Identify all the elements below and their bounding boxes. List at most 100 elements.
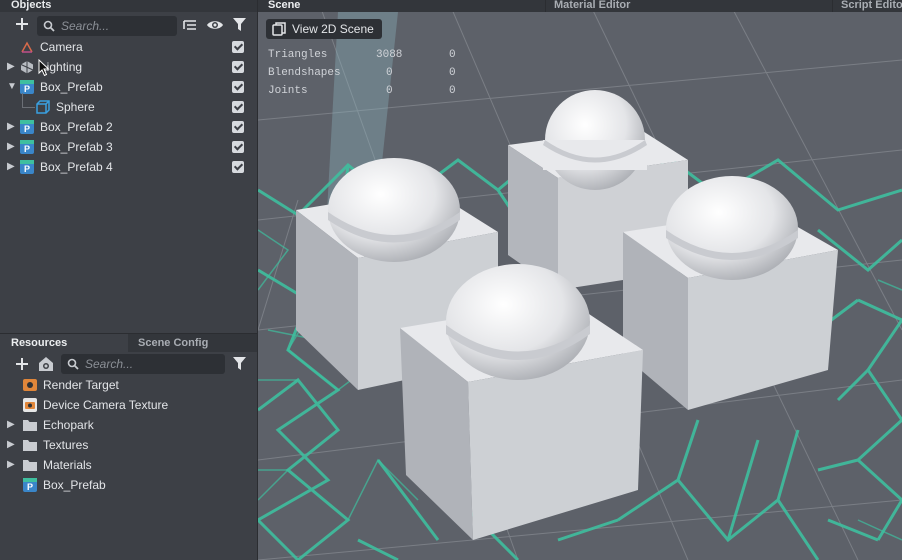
svg-text:P: P: [27, 482, 33, 492]
view-2d-scene-button[interactable]: View 2D Scene: [266, 19, 382, 39]
object-row-box-prefab[interactable]: ▼ P Box_Prefab: [0, 77, 256, 97]
tab-scene-config[interactable]: Scene Config: [129, 334, 247, 352]
objects-search-input[interactable]: Search...: [37, 16, 177, 36]
camera-texture-icon: [23, 398, 37, 412]
objects-panel-title: Objects: [11, 0, 52, 11]
resources-toolbar: Search...: [0, 351, 257, 377]
visibility-checkbox[interactable]: [232, 101, 244, 113]
resource-row-device-camera-texture[interactable]: Device Camera Texture: [0, 395, 256, 415]
view-2d-icon: [272, 22, 286, 36]
object-label: Box_Prefab 3: [40, 140, 113, 154]
svg-text:P: P: [24, 124, 30, 134]
render-stats: Triangles 3088 0 Blendshapes 0 0 Joints …: [268, 46, 468, 100]
object-row-sphere[interactable]: Sphere: [0, 93, 256, 117]
tab-resources[interactable]: Resources: [0, 334, 128, 352]
expand-arrow-icon[interactable]: ▶: [7, 117, 17, 137]
search-icon: [43, 20, 55, 32]
resource-label: Render Target: [43, 378, 119, 392]
resource-row-textures[interactable]: ▶ Textures: [0, 435, 256, 455]
render-target-icon: [23, 378, 37, 392]
filter-icon[interactable]: [233, 18, 246, 32]
asset-library-icon[interactable]: [37, 355, 55, 373]
mouse-cursor-icon: [38, 58, 50, 77]
resources-tab-bar: Resources Scene Config: [0, 333, 257, 352]
stat-label: Triangles: [268, 49, 328, 61]
prefab-icon: P: [20, 140, 34, 154]
mesh-icon: [36, 100, 50, 114]
visibility-checkbox[interactable]: [232, 81, 244, 93]
objects-toolbar: Search...: [0, 13, 257, 39]
scene-viewport[interactable]: Scene Material Editor Script Editor View…: [258, 0, 902, 560]
object-label: Camera: [40, 40, 83, 54]
stat-row-blendshapes: Blendshapes 0 0: [268, 64, 468, 82]
tab-scene[interactable]: Scene: [268, 0, 300, 11]
folder-icon: [23, 458, 37, 472]
visibility-eye-icon[interactable]: [206, 17, 224, 33]
camera-icon: [20, 40, 34, 54]
object-row-lighting[interactable]: ▶ Lighting: [0, 57, 256, 77]
tab-divider: [545, 0, 546, 12]
svg-text:P: P: [24, 164, 30, 174]
light-icon: [20, 60, 34, 74]
add-resource-icon[interactable]: [14, 356, 30, 372]
stat-label: Joints: [268, 85, 308, 97]
resource-label: Device Camera Texture: [43, 398, 169, 412]
tree-line: [22, 93, 35, 108]
resource-row-render-target[interactable]: Render Target: [0, 375, 256, 395]
visibility-checkbox[interactable]: [232, 121, 244, 133]
visibility-checkbox[interactable]: [232, 41, 244, 53]
expand-arrow-icon[interactable]: ▶: [7, 157, 17, 177]
visibility-checkbox[interactable]: [232, 161, 244, 173]
add-object-icon[interactable]: [14, 16, 30, 32]
resources-search-input[interactable]: Search...: [61, 354, 225, 374]
resource-label: Box_Prefab: [43, 478, 106, 492]
stat-extra: 0: [449, 49, 456, 61]
object-label: Box_Prefab 2: [40, 120, 113, 134]
prefab-icon: P: [20, 80, 34, 94]
resource-row-echopark[interactable]: ▶ Echopark: [0, 415, 256, 435]
expand-arrow-icon[interactable]: ▶: [7, 455, 17, 475]
list-options-icon[interactable]: [183, 18, 197, 32]
expand-arrow-icon[interactable]: ▶: [7, 137, 17, 157]
scene-tab-bar: Scene Material Editor Script Editor: [258, 0, 902, 12]
resource-label: Materials: [43, 458, 92, 472]
resource-label: Echopark: [43, 418, 94, 432]
object-label: Sphere: [56, 100, 95, 114]
tab-divider: [832, 0, 833, 12]
stat-value: 3088: [376, 49, 403, 61]
tab-material-editor[interactable]: Material Editor: [554, 0, 630, 11]
object-row-box-prefab-2[interactable]: ▶ P Box_Prefab 2: [0, 117, 256, 137]
object-row-box-prefab-4[interactable]: ▶ P Box_Prefab 4: [0, 157, 256, 177]
view-2d-label: View 2D Scene: [292, 22, 374, 36]
object-label: Box_Prefab: [40, 80, 103, 94]
resource-row-materials[interactable]: ▶ Materials: [0, 455, 256, 475]
folder-icon: [23, 418, 37, 432]
tab-script-editor[interactable]: Script Editor: [841, 0, 902, 11]
stat-extra: 0: [449, 67, 456, 79]
prefab-icon: P: [23, 478, 37, 492]
expand-arrow-icon[interactable]: ▶: [7, 435, 17, 455]
search-icon: [67, 358, 79, 370]
left-sidebar: Objects Search... Camera ▶ Lighting ▼ P …: [0, 0, 258, 560]
resource-row-box-prefab[interactable]: P Box_Prefab: [0, 475, 256, 495]
stat-value: 0: [386, 85, 393, 97]
resources-search-placeholder: Search...: [85, 357, 134, 371]
expand-arrow-icon[interactable]: ▶: [7, 415, 17, 435]
folder-icon: [23, 438, 37, 452]
expand-arrow-icon[interactable]: ▶: [7, 57, 17, 77]
object-row-camera[interactable]: Camera: [0, 37, 256, 57]
objects-panel-header: Objects: [0, 0, 257, 12]
object-row-box-prefab-3[interactable]: ▶ P Box_Prefab 3: [0, 137, 256, 157]
prefab-icon: P: [20, 120, 34, 134]
svg-text:P: P: [24, 144, 30, 154]
collapse-arrow-icon[interactable]: ▼: [7, 77, 17, 97]
resource-label: Textures: [43, 438, 89, 452]
stat-row-joints: Joints 0 0: [268, 82, 468, 100]
stat-row-triangles: Triangles 3088 0: [268, 46, 468, 64]
stat-extra: 0: [449, 85, 456, 97]
objects-search-placeholder: Search...: [61, 19, 110, 33]
stat-value: 0: [386, 67, 393, 79]
visibility-checkbox[interactable]: [232, 141, 244, 153]
filter-icon[interactable]: [233, 357, 246, 371]
visibility-checkbox[interactable]: [232, 61, 244, 73]
